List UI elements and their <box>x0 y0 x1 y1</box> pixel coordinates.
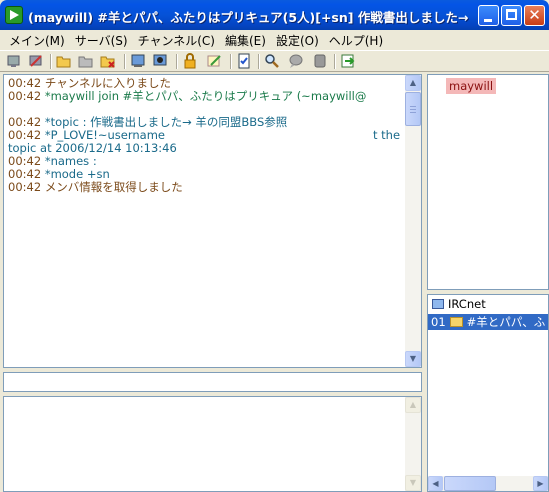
lock-icon[interactable] <box>182 53 198 69</box>
network-label: IRCnet <box>448 297 486 311</box>
toolbar <box>0 50 549 72</box>
scroll-left-button[interactable]: ◀ <box>428 476 443 491</box>
log-scrollbar[interactable]: ▲ ▼ <box>405 75 421 367</box>
user-list[interactable]: maywill <box>427 74 549 290</box>
scroll-down-button[interactable]: ▼ <box>405 475 421 491</box>
log-message-extra: t the <box>373 128 401 142</box>
scroll-up-button[interactable]: ▲ <box>405 397 421 413</box>
maximize-button[interactable] <box>501 5 522 26</box>
checklist-icon[interactable] <box>236 53 252 69</box>
maximize-icon <box>506 9 517 20</box>
toolbar-separator <box>334 54 336 69</box>
log-line: 00:42 メンバ情報を取得しました <box>8 181 404 194</box>
minimize-button[interactable] <box>478 5 499 26</box>
connect-icon[interactable] <box>6 53 22 69</box>
server-rack-icon[interactable] <box>312 53 328 69</box>
folder-icon <box>449 317 463 327</box>
chat-log[interactable]: 00:42 チャンネルに入りました 00:42 *maywill join #羊と… <box>3 74 422 368</box>
exit-icon[interactable] <box>340 53 356 69</box>
log-lines: 00:42 チャンネルに入りました 00:42 *maywill join #羊と… <box>8 77 404 194</box>
menu-bar: メイン(M) サーバ(S) チャンネル(C) 編集(E) 設定(O) ヘルプ(H… <box>0 30 549 50</box>
log-message: *mode +sn <box>44 167 110 181</box>
scroll-up-button[interactable]: ▲ <box>405 75 421 91</box>
log-time: 00:42 <box>8 76 42 90</box>
disconnect-icon[interactable] <box>28 53 44 69</box>
tree-hscrollbar[interactable]: ◀ ▶ <box>428 476 548 491</box>
channel-label: #羊とパパ、ふ <box>466 315 546 329</box>
log-message: topic at 2006/12/14 10:13:46 <box>8 141 177 155</box>
edit-icon[interactable] <box>206 53 222 69</box>
log-time: 00:42 <box>8 154 42 168</box>
log-message: *P_LOVE!~username <box>44 128 165 142</box>
close-button[interactable]: ✕ <box>524 5 545 26</box>
log-message: *topic : 作戦書出しました→ 羊の同盟BBS参照 <box>44 115 288 129</box>
user-list-item[interactable]: maywill <box>446 78 497 94</box>
minimize-icon <box>484 19 492 22</box>
log-time: 00:42 <box>8 89 42 103</box>
title-bar[interactable]: (maywill) #羊とパパ、ふたりはプリキュア(5人)[+sn] 作戦書出し… <box>0 0 549 30</box>
network-icon <box>432 299 444 309</box>
toolbar-separator <box>50 54 52 69</box>
log-line: 00:42 *maywill join #羊とパパ、ふたりはプリキュア (~ma… <box>8 90 404 103</box>
channel-index: 01 <box>431 315 446 329</box>
tree-item-network[interactable]: IRCnet <box>432 297 486 313</box>
log-time: 00:42 <box>8 115 42 129</box>
folder-remove-icon[interactable] <box>100 53 116 69</box>
scroll-thumb[interactable] <box>444 476 496 491</box>
menu-settings[interactable]: 設定(O) <box>271 32 324 49</box>
chat-icon[interactable] <box>288 53 304 69</box>
user-icon[interactable] <box>130 53 146 69</box>
log-message: メンバ情報を取得しました <box>44 180 183 194</box>
app-icon <box>5 6 23 24</box>
info-pane[interactable]: ▲ ▼ <box>3 396 422 492</box>
log-time: 00:42 <box>8 167 42 181</box>
menu-main[interactable]: メイン(M) <box>4 32 70 49</box>
folder-icon[interactable] <box>78 53 94 69</box>
log-message: *maywill join #羊とパパ、ふたりはプリキュア (~maywill@ <box>44 89 367 103</box>
channel-tree[interactable]: IRCnet 01 #羊とパパ、ふ ◀ ▶ <box>427 294 549 492</box>
menu-channel[interactable]: チャンネル(C) <box>133 32 220 49</box>
log-message: *names : <box>44 154 97 168</box>
server-icon[interactable] <box>152 53 168 69</box>
menu-help[interactable]: ヘルプ(H) <box>324 32 388 49</box>
scroll-down-button[interactable]: ▼ <box>405 351 421 367</box>
toolbar-separator <box>124 54 126 69</box>
menu-server[interactable]: サーバ(S) <box>70 32 133 49</box>
toolbar-separator <box>176 54 178 69</box>
tree-item-channel[interactable]: 01 #羊とパパ、ふ <box>428 314 548 330</box>
log-time: 00:42 <box>8 128 42 142</box>
scroll-right-button[interactable]: ▶ <box>533 476 548 491</box>
log-message: チャンネルに入りました <box>44 76 171 90</box>
log-time: 00:42 <box>8 180 42 194</box>
message-input[interactable] <box>3 372 422 392</box>
search-icon[interactable] <box>264 53 280 69</box>
close-icon: ✕ <box>528 6 541 24</box>
info-scrollbar[interactable]: ▲ ▼ <box>405 397 421 491</box>
window-title: (maywill) #羊とパパ、ふたりはプリキュア(5人)[+sn] 作戦書出し… <box>28 10 472 25</box>
scroll-thumb[interactable] <box>405 92 421 126</box>
menu-edit[interactable]: 編集(E) <box>220 32 271 49</box>
toolbar-separator <box>258 54 260 69</box>
toolbar-separator <box>230 54 232 69</box>
folder-open-icon[interactable] <box>56 53 72 69</box>
